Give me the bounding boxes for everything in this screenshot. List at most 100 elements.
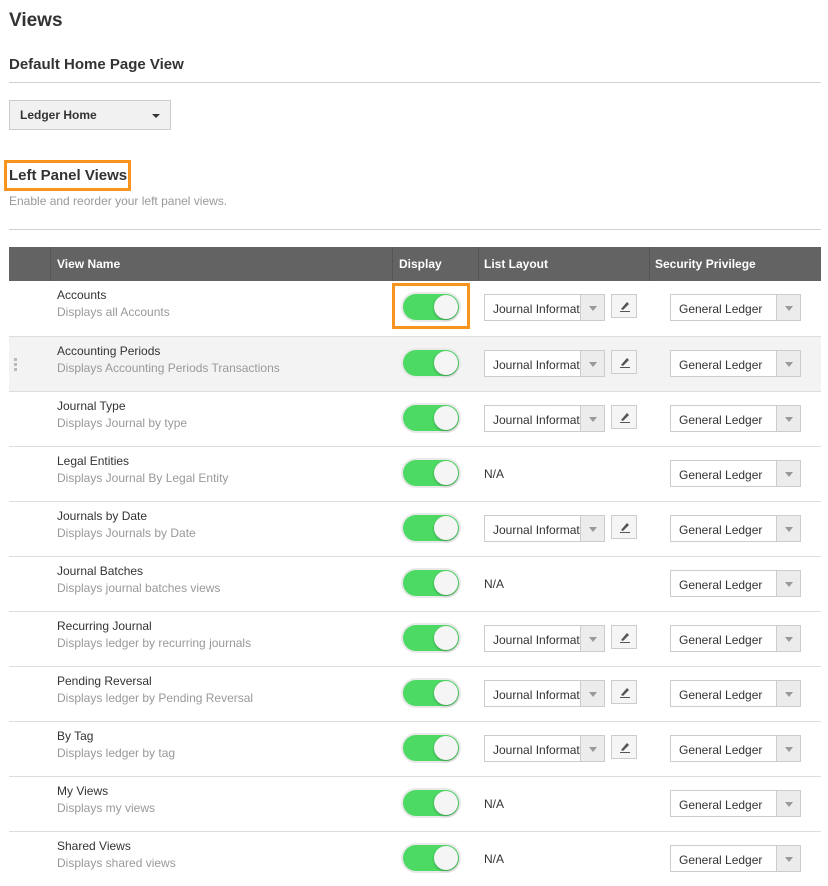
toggle-knob xyxy=(434,461,458,485)
display-toggle[interactable] xyxy=(401,843,461,873)
edit-layout-button[interactable] xyxy=(611,515,637,539)
caret-down-icon[interactable] xyxy=(580,626,604,651)
table-row[interactable]: Pending Reversal Displays ledger by Pendi… xyxy=(9,666,821,721)
security-privilege-select[interactable]: General Ledger xyxy=(670,790,801,817)
view-name: Shared Views xyxy=(57,839,131,853)
table-header: View Name Display List Layout Security P… xyxy=(9,247,821,281)
caret-down-icon[interactable] xyxy=(776,461,800,486)
security-privilege-value: General Ledger xyxy=(679,633,763,647)
list-layout-value: Journal Information xyxy=(493,302,581,316)
caret-down-icon[interactable] xyxy=(580,681,604,706)
list-layout-select[interactable]: Journal Information xyxy=(484,294,605,321)
display-toggle[interactable] xyxy=(401,788,461,818)
toggle-knob xyxy=(434,295,458,319)
table-row[interactable]: My Views Displays my views N/A General Ledg… xyxy=(9,776,821,831)
default-home-section-title: Default Home Page View xyxy=(9,56,184,73)
pencil-icon xyxy=(620,413,630,423)
view-name: Journal Batches xyxy=(57,564,144,578)
view-name: Journals by Date xyxy=(57,509,148,523)
edit-layout-button[interactable] xyxy=(611,350,637,374)
display-toggle[interactable] xyxy=(401,623,461,653)
table-row[interactable]: Recurring Journal Displays ledger by recu… xyxy=(9,611,821,666)
view-name: My Views xyxy=(57,784,109,798)
caret-down-icon[interactable] xyxy=(776,516,800,541)
caret-down-icon[interactable] xyxy=(776,295,800,320)
column-divider xyxy=(649,247,650,281)
caret-down-icon[interactable] xyxy=(580,406,604,431)
caret-down-icon[interactable] xyxy=(776,406,800,431)
caret-down-icon[interactable] xyxy=(776,626,800,651)
caret-down-icon[interactable] xyxy=(776,846,800,871)
view-description: Displays all Accounts xyxy=(57,305,170,319)
security-privilege-select[interactable]: General Ledger xyxy=(670,515,801,542)
list-layout-na: N/A xyxy=(484,467,505,481)
view-name: Pending Reversal xyxy=(57,674,152,688)
pencil-icon xyxy=(620,633,630,643)
header-list-layout: List Layout xyxy=(484,257,549,271)
pencil-icon xyxy=(620,523,630,533)
security-privilege-select[interactable]: General Ledger xyxy=(670,625,801,652)
table-row[interactable]: Journal Batches Displays journal batches … xyxy=(9,556,821,611)
security-privilege-value: General Ledger xyxy=(679,853,763,867)
toggle-knob xyxy=(434,351,458,375)
view-description: Displays shared views xyxy=(57,856,176,870)
list-layout-select[interactable]: Journal Information xyxy=(484,515,605,542)
display-toggle[interactable] xyxy=(401,678,461,708)
display-toggle[interactable] xyxy=(401,292,461,322)
table-row[interactable]: Accounts Displays all Accounts Journal Inf… xyxy=(9,281,821,336)
view-description: Displays ledger by Pending Reversal xyxy=(57,691,254,705)
caret-down-icon[interactable] xyxy=(580,295,604,320)
display-toggle[interactable] xyxy=(401,403,461,433)
toggle-knob xyxy=(434,571,458,595)
list-layout-select[interactable]: Journal Information xyxy=(484,405,605,432)
display-toggle[interactable] xyxy=(401,568,461,598)
caret-down-icon[interactable] xyxy=(580,516,604,541)
security-privilege-value: General Ledger xyxy=(679,302,763,316)
caret-down-icon[interactable] xyxy=(776,681,800,706)
caret-down-icon[interactable] xyxy=(776,791,800,816)
security-privilege-value: General Ledger xyxy=(679,798,763,812)
caret-down-icon[interactable] xyxy=(776,571,800,596)
edit-layout-button[interactable] xyxy=(611,625,637,649)
view-name: Accounts xyxy=(57,288,107,302)
edit-layout-button[interactable] xyxy=(611,735,637,759)
left-panel-subtitle: Enable and reorder your left panel views… xyxy=(9,194,228,208)
column-divider xyxy=(478,247,479,281)
list-layout-select[interactable]: Journal Information xyxy=(484,680,605,707)
table-row[interactable]: Shared Views Displays shared views N/A Gene… xyxy=(9,831,821,886)
security-privilege-select[interactable]: General Ledger xyxy=(670,735,801,762)
display-toggle[interactable] xyxy=(401,458,461,488)
edit-layout-button[interactable] xyxy=(611,405,637,429)
security-privilege-select[interactable]: General Ledger xyxy=(670,405,801,432)
list-layout-select[interactable]: Journal Information xyxy=(484,625,605,652)
security-privilege-select[interactable]: General Ledger xyxy=(670,460,801,487)
caret-down-icon[interactable] xyxy=(580,736,604,761)
table-row[interactable]: Journal Type Displays Journal by type Jour… xyxy=(9,391,821,446)
caret-down-icon[interactable] xyxy=(580,351,604,376)
default-home-view-select[interactable]: Ledger Home xyxy=(9,100,171,130)
toggle-knob xyxy=(434,791,458,815)
security-privilege-select[interactable]: General Ledger xyxy=(670,680,801,707)
display-toggle[interactable] xyxy=(401,348,461,378)
table-row[interactable]: By Tag Displays ledger by tag Journal Info… xyxy=(9,721,821,776)
table-row[interactable]: Accounting Periods Displays Accounting Pe… xyxy=(9,336,821,391)
table-row[interactable]: Legal Entities Displays Journal By Legal … xyxy=(9,446,821,501)
security-privilege-select[interactable]: General Ledger xyxy=(670,350,801,377)
security-privilege-select[interactable]: General Ledger xyxy=(670,570,801,597)
drag-handle-icon[interactable] xyxy=(14,358,18,373)
display-toggle[interactable] xyxy=(401,513,461,543)
header-security-privilege: Security Privilege xyxy=(655,257,756,271)
edit-layout-button[interactable] xyxy=(611,294,637,318)
display-toggle[interactable] xyxy=(401,733,461,763)
security-privilege-select[interactable]: General Ledger xyxy=(670,845,801,872)
list-layout-select[interactable]: Journal Information xyxy=(484,735,605,762)
security-privilege-value: General Ledger xyxy=(679,688,763,702)
caret-down-icon[interactable] xyxy=(776,351,800,376)
table-row[interactable]: Journals by Date Displays Journals by Dat… xyxy=(9,501,821,556)
security-privilege-select[interactable]: General Ledger xyxy=(670,294,801,321)
edit-layout-button[interactable] xyxy=(611,680,637,704)
views-table: View Name Display List Layout Security P… xyxy=(9,247,821,886)
list-layout-value: Journal Information xyxy=(493,358,581,372)
list-layout-select[interactable]: Journal Information xyxy=(484,350,605,377)
caret-down-icon[interactable] xyxy=(776,736,800,761)
